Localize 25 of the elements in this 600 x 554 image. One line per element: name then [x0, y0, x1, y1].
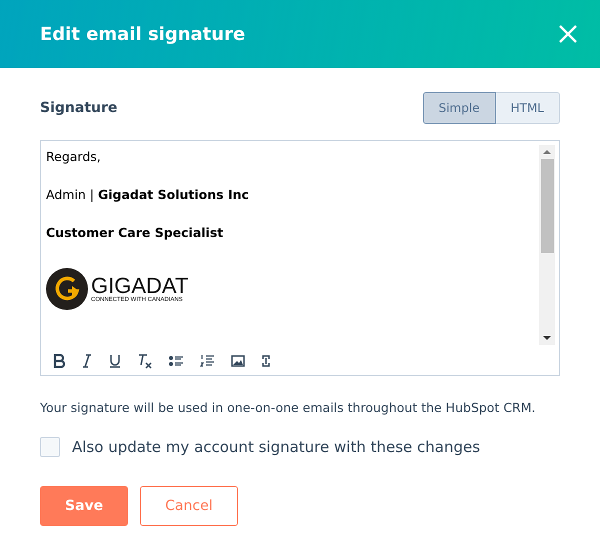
cancel-button[interactable]: Cancel [140, 486, 238, 526]
save-button[interactable]: Save [40, 486, 128, 526]
scroll-down-icon[interactable] [543, 335, 551, 341]
scrollbar[interactable] [539, 145, 555, 345]
bulleted-list-icon[interactable] [169, 355, 183, 367]
clear-format-icon[interactable] [138, 354, 152, 368]
checkbox-label[interactable]: Also update my account signature with these changes [72, 438, 480, 456]
logo-icon [46, 268, 88, 310]
signature-line: Admin | Gigadat Solutions Inc [46, 188, 250, 202]
dialog-title: Edit email signature [40, 24, 246, 44]
underline-icon[interactable] [109, 354, 121, 368]
mode-tab[interactable]: HTML [496, 92, 560, 124]
bold-icon[interactable] [53, 354, 65, 368]
link-icon[interactable] [262, 354, 270, 368]
italic-icon[interactable] [82, 354, 92, 368]
signature-label: Signature [40, 100, 118, 116]
logo-name: GIGADAT [91, 275, 188, 297]
checkbox[interactable] [40, 437, 60, 457]
image-icon[interactable] [231, 355, 245, 367]
signature-line: Customer Care Specialist [46, 226, 224, 240]
signature-line: Regards, [46, 150, 102, 164]
numbered-list-icon[interactable] [200, 355, 214, 367]
help-text: Your signature will be used in one-on-one emails throughout the HubSpot CRM. [40, 400, 537, 415]
mode-tab[interactable]: Simple [422, 92, 496, 124]
scroll-up-icon[interactable] [543, 149, 551, 155]
